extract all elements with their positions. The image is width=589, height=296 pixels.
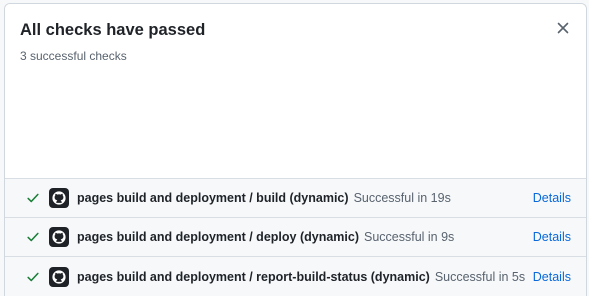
details-link[interactable]: Details — [533, 230, 571, 244]
check-row: pages build and deployment / build (dyna… — [5, 179, 586, 218]
check-success-icon — [25, 190, 41, 206]
check-name: pages build and deployment / deploy (dyn… — [77, 230, 359, 244]
dialog-title: All checks have passed — [20, 21, 206, 39]
check-row: pages build and deployment / report-buil… — [5, 257, 586, 296]
details-link[interactable]: Details — [533, 270, 571, 284]
check-success-icon — [25, 269, 41, 285]
details-link[interactable]: Details — [533, 191, 571, 205]
check-status: Successful in 19s — [353, 191, 451, 205]
github-icon — [49, 227, 69, 247]
check-status: Successful in 9s — [363, 230, 455, 244]
checks-summary: 3 successful checks — [20, 49, 127, 63]
check-name: pages build and deployment / build (dyna… — [77, 191, 349, 205]
close-button[interactable] — [552, 17, 574, 39]
dialog-header: All checks have passed 3 successful chec… — [5, 4, 586, 178]
x-icon — [557, 22, 569, 34]
github-icon — [49, 188, 69, 208]
check-name: pages build and deployment / report-buil… — [77, 269, 430, 284]
check-row: pages build and deployment / deploy (dyn… — [5, 218, 586, 257]
github-icon — [49, 266, 69, 287]
checks-list: pages build and deployment / build (dyna… — [5, 178, 586, 296]
check-success-icon — [25, 229, 41, 245]
checks-dialog: All checks have passed 3 successful chec… — [4, 3, 587, 296]
check-status: Successful in 5s — [434, 269, 526, 284]
